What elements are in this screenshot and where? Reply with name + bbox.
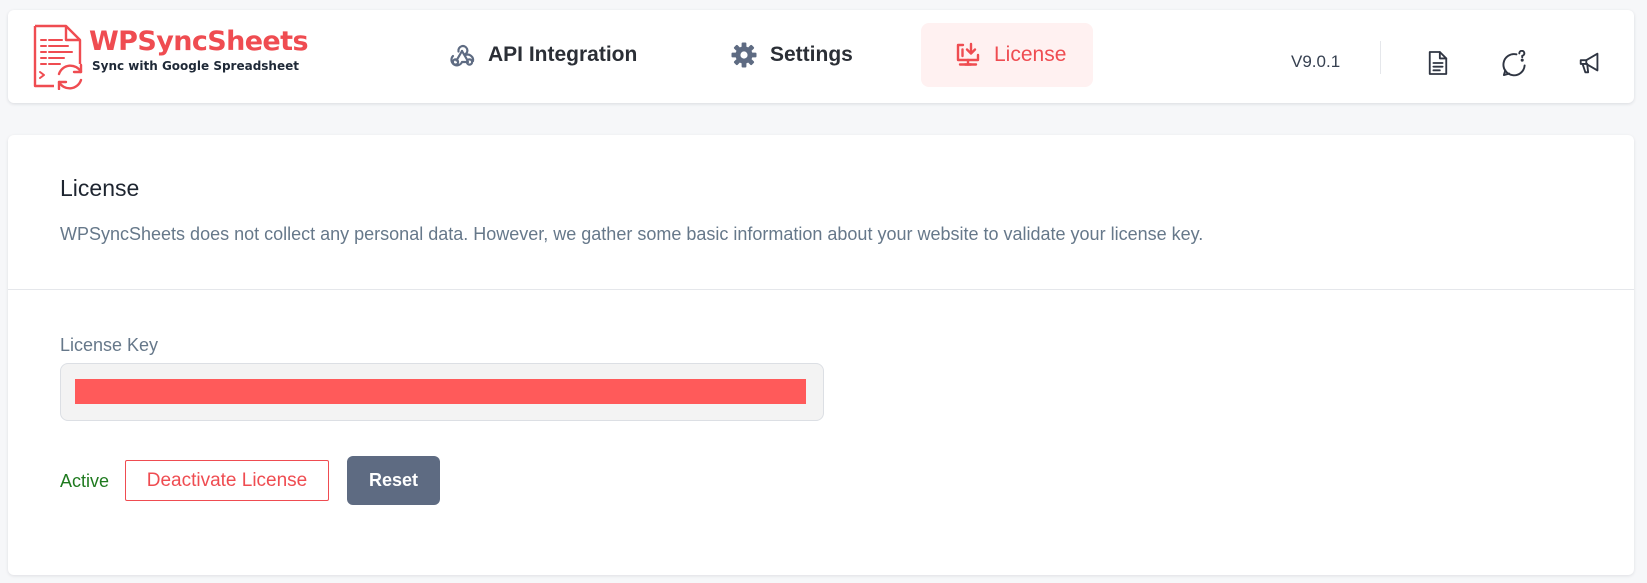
nav-api-integration[interactable]: API Integration (448, 23, 637, 87)
gear-icon (730, 41, 758, 69)
reset-button[interactable]: Reset (347, 456, 440, 505)
deactivate-license-button[interactable]: Deactivate License (125, 460, 329, 501)
nav-settings[interactable]: Settings (730, 23, 853, 87)
nav-license-label: License (994, 43, 1067, 66)
chat-question-icon (1502, 49, 1526, 76)
nav-api-integration-label: API Integration (488, 43, 638, 66)
license-status: Active (60, 471, 110, 491)
license-key-label: License Key (60, 335, 159, 355)
megaphone-icon (1579, 52, 1599, 74)
page-title: License (60, 175, 140, 201)
nav-settings-label: Settings (770, 43, 853, 66)
top-header: WPSyncSheets Sync with Google Spreadshee… (8, 10, 1634, 103)
webhook-icon (448, 41, 476, 69)
documentation-button[interactable] (1423, 48, 1453, 78)
license-key-input[interactable] (75, 379, 806, 404)
main-nav: API Integration Settings License (8, 23, 1634, 87)
nav-license[interactable]: License (921, 23, 1093, 87)
support-button[interactable] (1499, 48, 1529, 78)
announcements-button[interactable] (1575, 48, 1605, 78)
monitor-download-icon (954, 41, 982, 69)
privacy-description: WPSyncSheets does not collect any person… (60, 224, 1204, 244)
license-key-field (60, 363, 824, 421)
license-panel: License WPSyncSheets does not collect an… (8, 135, 1634, 575)
header-divider (1380, 41, 1381, 74)
section-divider (8, 289, 1634, 290)
document-icon (1428, 51, 1448, 75)
version-label: V9.0.1 (1291, 52, 1341, 71)
